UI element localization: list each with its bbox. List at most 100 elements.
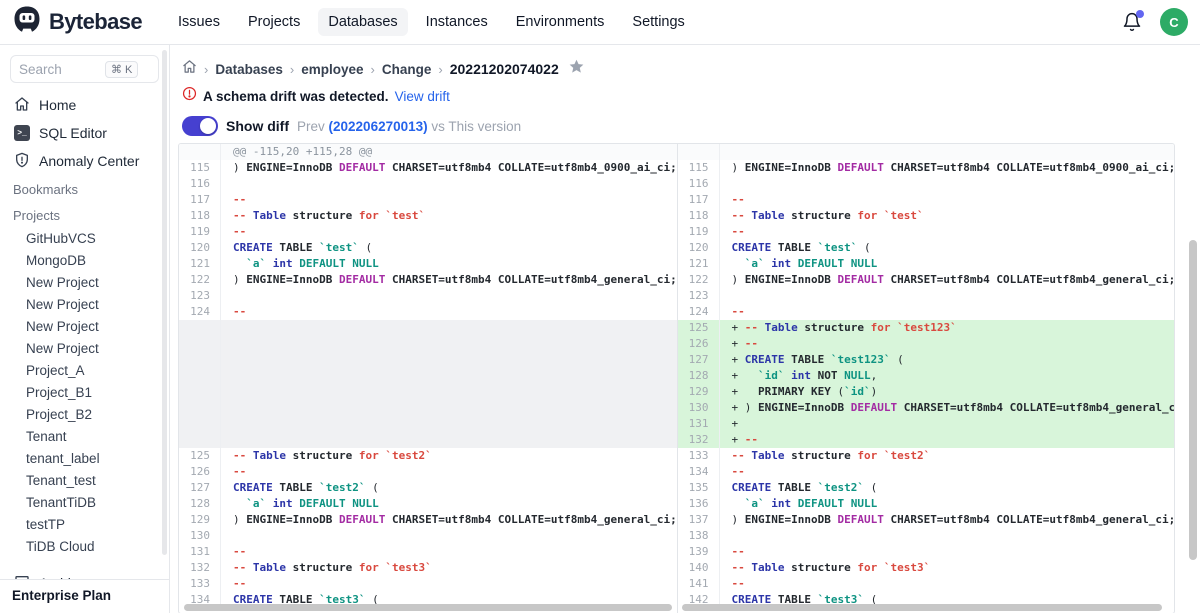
favorite-star-icon[interactable] xyxy=(568,58,585,80)
diff-row: 123 xyxy=(678,288,1175,304)
nav-issues[interactable]: Issues xyxy=(168,8,230,36)
diff-row xyxy=(179,336,677,352)
sidebar-section-projects[interactable]: Projects xyxy=(0,203,169,227)
diff-row: 120CREATE TABLE `test` ( xyxy=(179,240,677,256)
code-line xyxy=(221,384,677,400)
notifications-bell-icon[interactable] xyxy=(1122,12,1142,32)
code-line: + CREATE TABLE `test123` ( xyxy=(720,352,1175,368)
breadcrumb: › Databases › employee › Change › 202212… xyxy=(170,45,1200,79)
nav-settings[interactable]: Settings xyxy=(622,8,694,36)
sql-editor-icon: >_ xyxy=(14,125,30,141)
sidebar-item-home[interactable]: Home xyxy=(0,91,169,119)
nav-databases[interactable]: Databases xyxy=(318,8,407,36)
line-number: 132 xyxy=(179,560,221,576)
project-item[interactable]: testTP xyxy=(0,513,169,535)
diff-row xyxy=(179,352,677,368)
diff-row: 115) ENGINE=InnoDB DEFAULT CHARSET=utf8m… xyxy=(678,160,1175,176)
project-item[interactable]: Tenant_test xyxy=(0,469,169,491)
prev-label: Prev xyxy=(297,119,325,134)
project-item[interactable]: TenantTiDB xyxy=(0,491,169,513)
line-number xyxy=(179,384,221,400)
line-number: 131 xyxy=(678,416,720,432)
show-diff-toggle[interactable] xyxy=(182,116,218,136)
code-line: -- xyxy=(221,464,677,480)
line-number: 127 xyxy=(179,480,221,496)
line-number: 128 xyxy=(678,368,720,384)
breadcrumb-databases[interactable]: Databases xyxy=(215,62,283,77)
project-item[interactable]: Project_B2 xyxy=(0,403,169,425)
line-number: 122 xyxy=(678,272,720,288)
view-drift-link[interactable]: View drift xyxy=(395,89,450,104)
code-line: CREATE TABLE `test` ( xyxy=(720,240,1175,256)
code-line: -- Table structure for `test3` xyxy=(221,560,677,576)
home-icon xyxy=(14,96,30,115)
sidebar-scrollbar[interactable] xyxy=(162,50,167,555)
sidebar-item-anomaly-center[interactable]: Anomaly Center xyxy=(0,147,169,175)
project-item[interactable]: MongoDB xyxy=(0,249,169,271)
bytebase-logo[interactable]: Bytebase xyxy=(12,5,142,40)
diff-row: 131-- xyxy=(179,544,677,560)
line-number xyxy=(179,144,221,160)
left-pane-hscrollbar[interactable] xyxy=(184,604,672,611)
diff-pane-previous[interactable]: @@ -115,20 +115,28 @@115) ENGINE=InnoDB … xyxy=(179,144,677,613)
code-line: ) ENGINE=InnoDB DEFAULT CHARSET=utf8mb4 … xyxy=(720,160,1175,176)
diff-row: 125-- Table structure for `test2` xyxy=(179,448,677,464)
breadcrumb-employee[interactable]: employee xyxy=(301,62,363,77)
diff-row: 130 xyxy=(179,528,677,544)
breadcrumb-change[interactable]: Change xyxy=(382,62,432,77)
code-line: ) ENGINE=InnoDB DEFAULT CHARSET=utf8mb4 … xyxy=(221,160,677,176)
sidebar-item-sql-editor[interactable]: >_ SQL Editor xyxy=(0,119,169,147)
project-item[interactable]: GitHubVCS xyxy=(0,227,169,249)
nav-projects[interactable]: Projects xyxy=(238,8,310,36)
line-number: 118 xyxy=(179,208,221,224)
project-item[interactable]: New Project xyxy=(0,315,169,337)
code-line: -- xyxy=(720,544,1175,560)
line-number: 120 xyxy=(179,240,221,256)
code-line: CREATE TABLE `test2` ( xyxy=(720,480,1175,496)
line-number: 130 xyxy=(678,400,720,416)
line-number: 127 xyxy=(678,352,720,368)
sidebar-section-bookmarks[interactable]: Bookmarks xyxy=(0,177,169,201)
code-line xyxy=(720,144,1175,160)
project-item[interactable]: New Project xyxy=(0,271,169,293)
code-line: -- xyxy=(221,224,677,240)
page-vertical-scrollbar[interactable] xyxy=(1189,240,1197,560)
project-item[interactable]: Project_A xyxy=(0,359,169,381)
breadcrumb-home-icon[interactable] xyxy=(182,59,197,79)
diff-row: 124-- xyxy=(678,304,1175,320)
line-number: 116 xyxy=(678,176,720,192)
code-line: -- xyxy=(221,544,677,560)
search-shortcut-badge: ⌘ K xyxy=(105,61,138,78)
diff-row: 121 `a` int DEFAULT NULL xyxy=(179,256,677,272)
code-line: + `id` int NOT NULL, xyxy=(720,368,1175,384)
search-input[interactable] xyxy=(19,62,105,77)
line-number: 115 xyxy=(678,160,720,176)
diff-row: 132+ -- xyxy=(678,432,1175,448)
search-box[interactable]: ⌘ K xyxy=(10,55,159,83)
diff-pane-current[interactable]: 115) ENGINE=InnoDB DEFAULT CHARSET=utf8m… xyxy=(677,144,1175,613)
project-item[interactable]: tenant_label xyxy=(0,447,169,469)
right-pane-hscrollbar[interactable] xyxy=(682,604,1163,611)
line-number: 123 xyxy=(678,288,720,304)
project-item[interactable]: New Project xyxy=(0,337,169,359)
line-number xyxy=(179,416,221,432)
code-line: -- Table structure for `test2` xyxy=(720,448,1175,464)
code-line: -- xyxy=(720,576,1175,592)
line-number: 139 xyxy=(678,544,720,560)
line-number: 122 xyxy=(179,272,221,288)
diff-row xyxy=(179,368,677,384)
diff-row xyxy=(179,416,677,432)
diff-row: 119-- xyxy=(678,224,1175,240)
user-avatar[interactable]: C xyxy=(1160,8,1188,36)
project-item[interactable]: TiDB Cloud xyxy=(0,535,169,557)
prev-version-link[interactable]: (202206270013) xyxy=(329,119,428,134)
project-item[interactable]: New Project xyxy=(0,293,169,315)
project-item[interactable]: Tenant xyxy=(0,425,169,447)
line-number: 133 xyxy=(179,576,221,592)
diff-row: 128+ `id` int NOT NULL, xyxy=(678,368,1175,384)
nav-environments[interactable]: Environments xyxy=(506,8,615,36)
nav-instances[interactable]: Instances xyxy=(416,8,498,36)
show-diff-row: Show diff Prev (202206270013) vs This ve… xyxy=(170,105,1200,137)
diff-row: 124-- xyxy=(179,304,677,320)
project-item[interactable]: Project_B1 xyxy=(0,381,169,403)
